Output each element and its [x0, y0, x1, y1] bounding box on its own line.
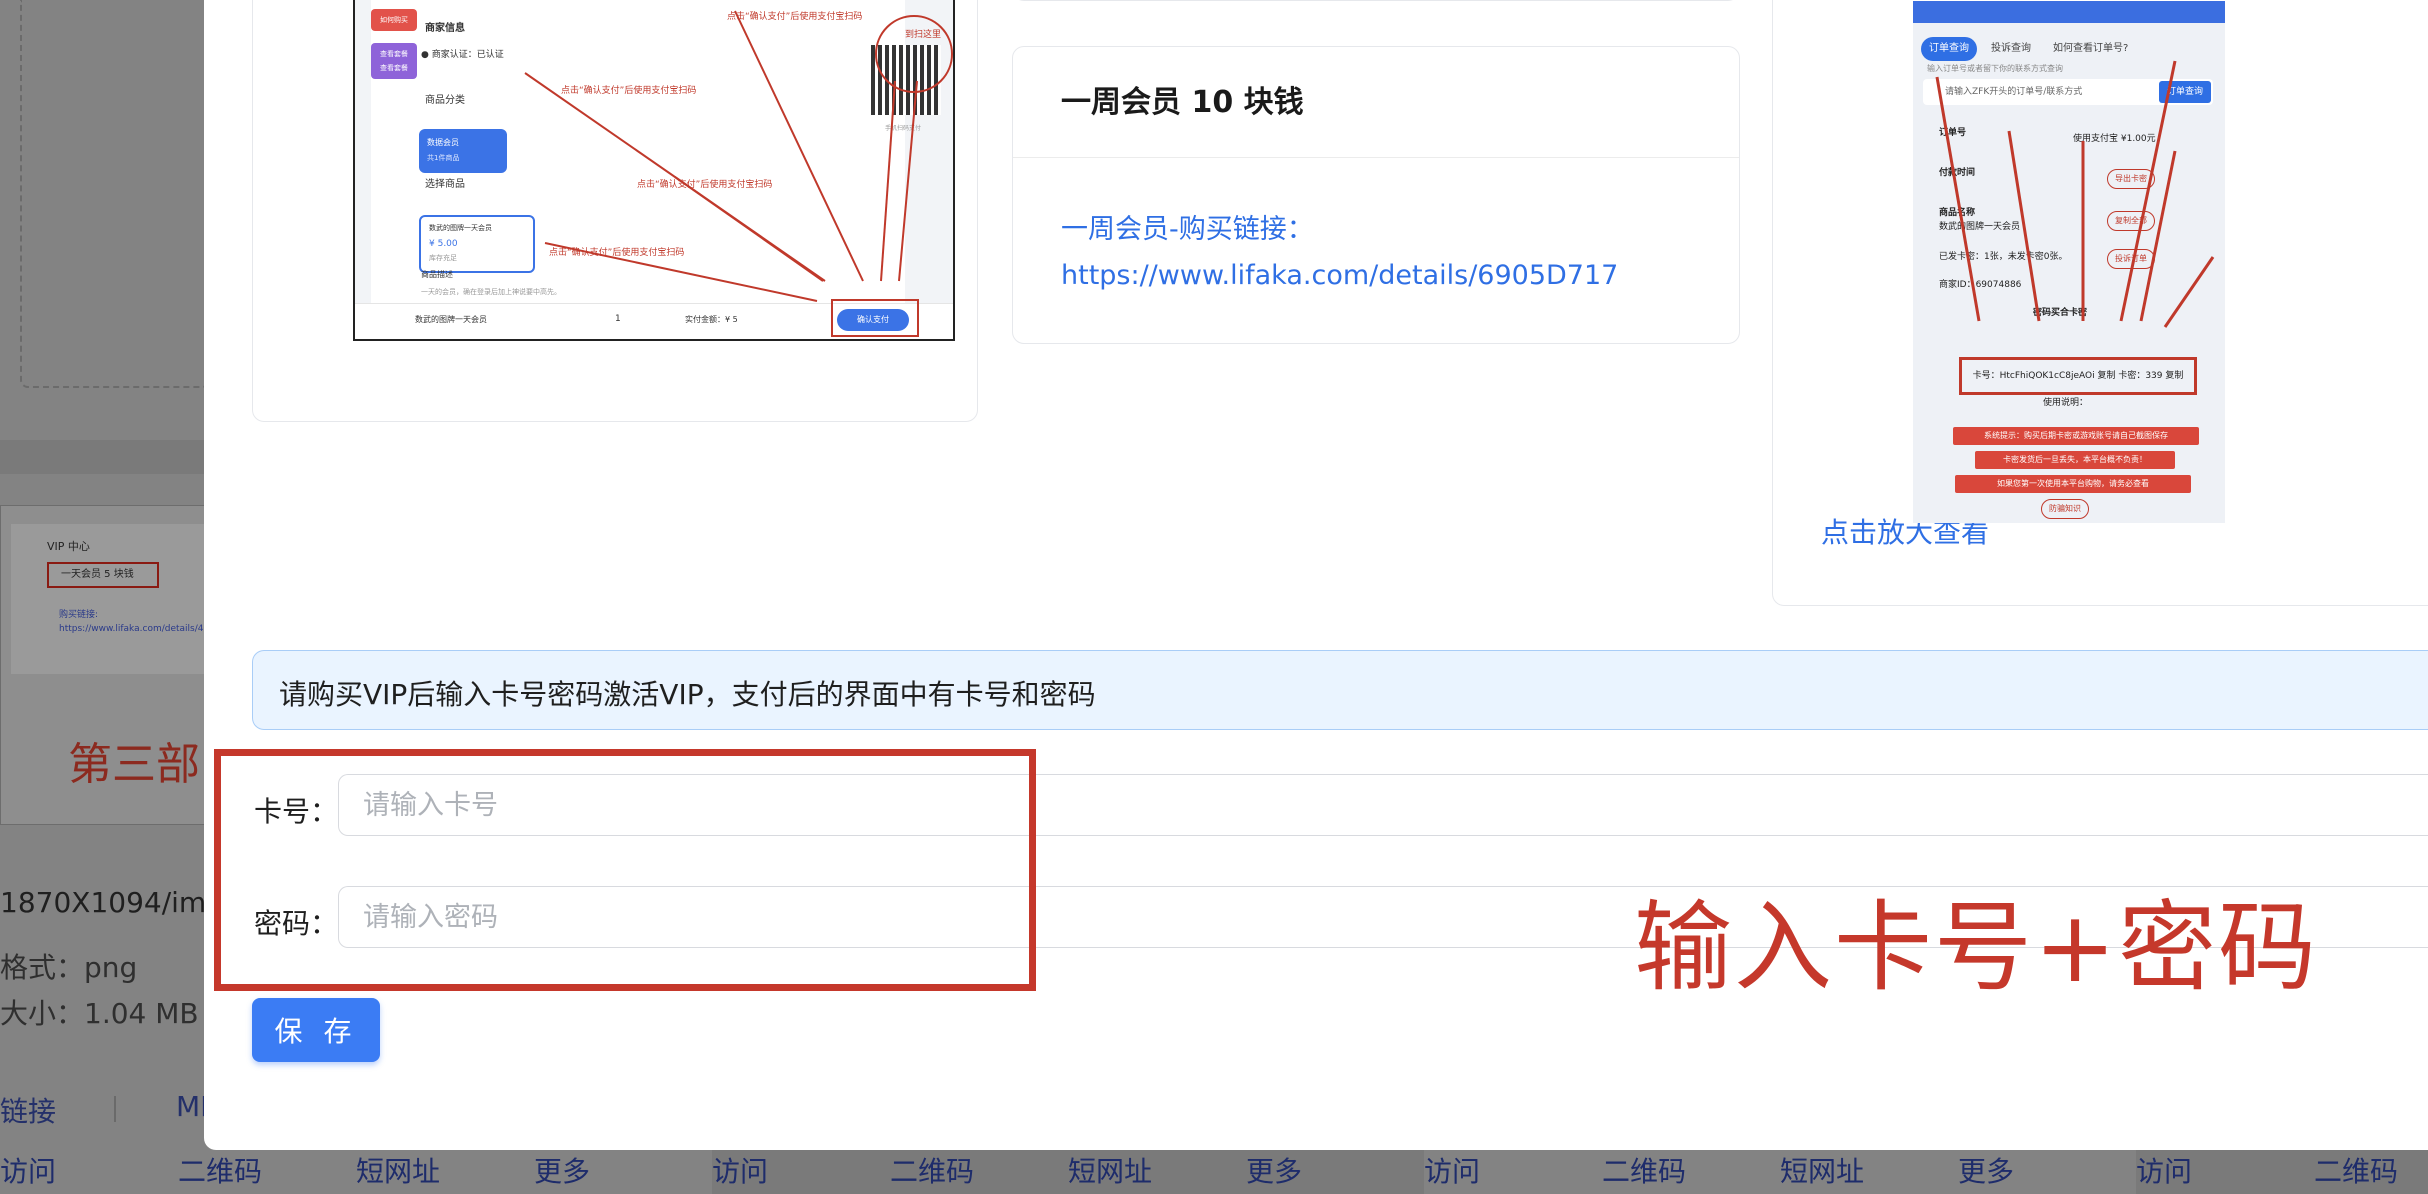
purchase-link-url[interactable]: https://www.lifaka.com/details/6905D717: [1061, 260, 1618, 291]
image-format: 格式：png: [0, 951, 138, 984]
sidebar-tag: 如何购买: [371, 9, 417, 31]
warning-banner: 卡密发货后一旦丢失，本平台概不负责！: [1975, 451, 2175, 469]
scan-tip: 手机扫码支付: [885, 125, 922, 132]
weekly-membership-card: 一周会员 10 块钱 一周会员-购买链接： https://www.lifaka…: [1012, 46, 1740, 344]
category-chip-sub: 共1件商品: [427, 154, 460, 162]
order-no-label: 订单号: [1939, 128, 1967, 138]
order-tabs: 订单查询 投诉查询 如何查看订单号?: [1921, 37, 2136, 61]
image-dimensions: 1870X1094/im: [0, 886, 207, 919]
card-heading: 密码买合卡密: [2033, 308, 2088, 318]
visit-link[interactable]: 访问: [0, 1150, 178, 1194]
guide-card-order-query: 点击放大查看 订单查询 投诉查询 如何查看订单号? 输入订单号或者留下你的联系方…: [1772, 0, 2428, 606]
goods-name-value: 数武的图牌一天会员: [1939, 222, 2021, 232]
short-url-link[interactable]: 短网址: [1780, 1150, 1958, 1194]
vip-activation-modal: 如何购买 查看套餐 查看套餐 商家信息 ● 商家认证：已认证 商品分类 数据会员…: [204, 0, 2428, 1150]
complain-order-button: 投诉订单: [2107, 249, 2155, 269]
weekly-membership-title: 一周会员 10 块钱: [1061, 85, 1304, 120]
input-annotation: 输入卡号+密码: [1634, 891, 2319, 1005]
annotation-note: 点击“确认支付”后使用支付宝扫码: [727, 12, 863, 22]
annotation-note: 点击“确认支付”后使用支付宝扫码: [549, 248, 685, 258]
goods-option: 数武的图牌一天会员 ¥ 5.00 库存充足: [419, 215, 535, 273]
export-card-button: 导出卡密: [2107, 169, 2155, 189]
purchase-guide-screenshot[interactable]: 如何购买 查看套餐 查看套餐 商家信息 ● 商家认证：已认证 商品分类 数据会员…: [353, 0, 955, 341]
thumb-title: VIP 中心: [47, 540, 90, 553]
link-tab[interactable]: 链接: [0, 1090, 56, 1130]
visit-link[interactable]: 访问: [1424, 1150, 1602, 1194]
annotation-note: 点击“确认支付”后使用支付宝扫码: [637, 180, 773, 190]
visit-link[interactable]: 访问: [712, 1150, 890, 1194]
sidebar-tag: 查看套餐: [371, 57, 417, 79]
category-chip-label: 数据会员: [427, 138, 459, 147]
alert-text: 请购买VIP后输入卡号密码激活VIP，支付后的界面中有卡号和密码: [279, 678, 1096, 711]
goods-desc-heading: 商品描述: [421, 270, 453, 279]
previous-card-edge: [1012, 0, 1740, 1]
category-chip: 数据会员 共1件商品: [419, 129, 507, 173]
tab-order-query: 订单查询: [1921, 37, 1977, 61]
more-link[interactable]: 更多: [1246, 1150, 1424, 1194]
merchant-id: 商家ID：69074886: [1939, 280, 2022, 290]
goods-desc-text: 一天的会员，确在登录后加上神说要中高先。: [421, 288, 561, 296]
category-heading: 商品分类: [425, 95, 465, 106]
save-button[interactable]: 保 存: [252, 998, 380, 1062]
footer-qty: 1: [615, 314, 621, 324]
pay-button-highlight: [831, 299, 919, 337]
shop-panel: 如何购买 查看套餐 查看套餐 商家信息 ● 商家认证：已认证 商品分类 数据会员…: [371, 0, 905, 339]
footer-goods-name: 数武的图牌一天会员: [415, 315, 487, 324]
bottom-action-bar: 访问 二维码 短网址 更多 访问 二维码 短网址 更多 访问 二维码 短网址 更…: [0, 1150, 2428, 1194]
thumb-price-box: 一天会员 5 块钱: [47, 562, 159, 588]
visit-link[interactable]: 访问: [2136, 1150, 2314, 1194]
thumb-caption: 第三部: [68, 739, 200, 790]
image-size: 大小：1.04 MB: [0, 997, 199, 1030]
more-link[interactable]: 更多: [1958, 1150, 2136, 1194]
card-divider: [1013, 157, 1739, 158]
qrcode-link[interactable]: 二维码: [1602, 1150, 1780, 1194]
card-number-highlight: 卡号：HtcFhiQOK1cC8jeAOi 复制 卡密：339 复制: [1959, 357, 2197, 395]
qrcode-link[interactable]: 二维码: [2314, 1150, 2428, 1194]
weekly-purchase-link[interactable]: 一周会员-购买链接： https://www.lifaka.com/detail…: [1061, 207, 1701, 299]
pay-time-label: 付款时间: [1939, 168, 1976, 178]
tab-how-to-find: 如何查看订单号?: [2053, 43, 2129, 54]
form-highlight-box: [214, 749, 1036, 991]
thumb-link: 购买链接: https://www.lifaka.com/details/43C…: [59, 608, 221, 636]
footer-total: 实付金额：¥ 5: [685, 315, 738, 324]
background-band: [0, 440, 210, 474]
pay-method: 使用支付宝 ¥1.00元: [2073, 134, 2156, 144]
warning-banner: 系统提示：购买后期卡密或游戏账号请自己截图保存: [1953, 427, 2199, 445]
usage-label: 使用说明：: [2043, 398, 2089, 408]
issued-cards: 已发卡密：1张，未发卡密0张。: [1939, 252, 2068, 262]
tab-separator: [114, 1096, 116, 1122]
screenshot-header: [1913, 1, 2225, 23]
search-hint: 输入订单号或者留下你的联系方式查询: [1927, 64, 2063, 73]
select-goods-heading: 选择商品: [425, 179, 465, 190]
goods-name: 数武的图牌一天会员: [429, 224, 492, 232]
goods-name-label: 商品名称: [1939, 208, 1976, 218]
goods-price: ¥ 5.00: [429, 239, 458, 249]
purchase-link-label: 一周会员-购买链接：: [1061, 214, 1314, 245]
goods-stock: 库存充足: [429, 254, 457, 262]
activation-info-alert: 请购买VIP后输入卡号密码激活VIP，支付后的界面中有卡号和密码: [252, 650, 2428, 730]
short-url-link[interactable]: 短网址: [356, 1150, 534, 1194]
merchant-cert: ● 商家认证：已认证: [421, 50, 504, 60]
short-url-link[interactable]: 短网址: [1068, 1150, 1246, 1194]
thumb-link-label: 购买链接:: [59, 610, 99, 620]
qrcode-link[interactable]: 二维码: [178, 1150, 356, 1194]
thumbnail-content: VIP 中心 一天会员 5 块钱 购买链接: https://www.lifak…: [11, 524, 221, 674]
annotation-note: 点击“确认支付”后使用支付宝扫码: [561, 86, 697, 96]
order-query-screenshot[interactable]: 订单查询 投诉查询 如何查看订单号? 输入订单号或者留下你的联系方式查询 请输入…: [1913, 1, 2225, 523]
warning-banner: 如果您第一次使用本平台购物，请务必查看: [1955, 475, 2191, 493]
guide-card-one-day: 如何购买 查看套餐 查看套餐 商家信息 ● 商家认证：已认证 商品分类 数据会员…: [252, 0, 978, 422]
upload-dropzone: [20, 0, 210, 388]
merchant-info-heading: 商家信息: [425, 23, 465, 34]
thumb-link-url: https://www.lifaka.com/details/43C4: [59, 624, 222, 634]
qrcode-link[interactable]: 二维码: [890, 1150, 1068, 1194]
fraud-tips-button: 防骗知识: [2041, 499, 2089, 519]
tab-complaint-query: 投诉查询: [1991, 43, 2031, 54]
copy-all-button: 复制全部: [2107, 211, 2155, 231]
order-search-button: 订单查询: [2159, 81, 2211, 103]
more-link[interactable]: 更多: [534, 1150, 712, 1194]
scan-here-note: 到扫这里: [905, 30, 942, 40]
